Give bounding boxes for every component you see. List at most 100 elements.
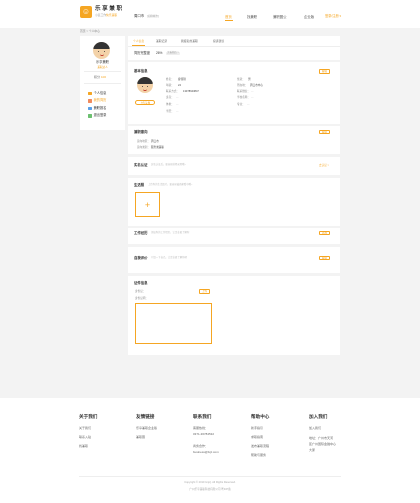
sidebar-divider-2	[84, 83, 121, 84]
basic-label-height: 身高：	[166, 96, 174, 99]
photos-hint: 上传你的生活照片，更容易被商家看中哦~	[148, 182, 193, 186]
avatar-eye-left	[98, 51, 100, 53]
sidebar-divider	[84, 71, 121, 72]
city-label: 周口市	[134, 14, 145, 18]
breadcrumb: 首页 > 个人中心	[80, 29, 100, 33]
self-eval-card	[128, 247, 340, 273]
tab-applied[interactable]: 我报名的兼职	[181, 39, 198, 43]
footer-link-service[interactable]: 帮助与服务	[251, 453, 266, 458]
sidebar-item-resume[interactable]: 我的简历	[88, 98, 124, 105]
basic-label-major: 专业：	[237, 103, 245, 106]
tab-feedback[interactable]: 投诉建议	[213, 39, 224, 43]
plus-icon: +	[144, 200, 151, 210]
basic-label-phone: 联系方式：	[166, 90, 179, 93]
nav-find-job[interactable]: 找兼职	[247, 15, 257, 19]
intent-label-area: 意向地区：	[137, 140, 150, 143]
city-switch-link[interactable]: [切换城市]	[147, 15, 159, 18]
footer-link-post-flow[interactable]: 发布兼职流程	[251, 444, 269, 449]
experience-title: 工作经历	[134, 231, 148, 235]
add-photo-button[interactable]: +	[135, 192, 160, 217]
verify-action-link[interactable]: 去认证 >	[319, 164, 329, 167]
basic-value-gender: 男	[248, 78, 251, 81]
intent-title: 兼职意向	[134, 130, 148, 134]
logo-icon[interactable]: ☺	[80, 6, 92, 18]
avatar	[93, 42, 110, 59]
basic-value-phone: 13378643847	[183, 90, 199, 93]
completeness-value: 26%	[156, 51, 163, 55]
basic-value-wechat: —	[251, 90, 254, 93]
footer-divider	[79, 476, 341, 477]
self-eval-edit-button[interactable]: 编辑	[319, 255, 330, 261]
brand-name: 乐 享 兼 职	[95, 6, 123, 12]
sidebar-item-profile[interactable]: 个人信息	[88, 90, 124, 97]
basic-label-age: 年龄：	[166, 84, 174, 87]
slogan-b: 快乐兼职	[106, 13, 118, 17]
photos-title: 生活照	[134, 183, 145, 187]
footer-link-job-guide[interactable]: 求职指南	[251, 435, 263, 440]
sidebar-user-tag: 兼职达人	[97, 65, 108, 69]
certificates-field1-label: 身份证：	[135, 290, 146, 293]
footer-address-2: 区广州国际金融中心	[309, 442, 337, 446]
basic-info-card	[128, 62, 340, 124]
footer-copyright: Copyright © 2019 lxnjzj. All Rights Rese…	[184, 481, 236, 484]
completeness-badge[interactable]: 完善简历 >	[166, 51, 180, 56]
basic-value-edu: —	[176, 110, 179, 113]
user-icon	[88, 91, 92, 96]
verify-hint: 实名认证后，更容易获得录用哦~	[151, 162, 186, 166]
footer-link-enterprise[interactable]: 乐享兼职企业版	[136, 426, 157, 431]
basic-value-school: —	[251, 96, 254, 99]
upload-avatar-button[interactable]: 上传头像	[135, 100, 155, 106]
tab-profile[interactable]: 个人信息	[133, 39, 144, 43]
login-link[interactable]: 登录/注册 ▾	[325, 14, 341, 19]
footer-business-email[interactable]: business@lxjz.com	[193, 450, 219, 455]
footer-hotline-label: 客服热线：	[193, 426, 209, 430]
footer-business-label: 商务合作：	[193, 444, 209, 448]
certificates-upload-button[interactable]: 上传	[199, 289, 210, 294]
sidebar-item-logout[interactable]: 退出登录	[88, 113, 124, 120]
footer-link-guide[interactable]: 新手指引	[251, 426, 263, 431]
experience-add-button[interactable]: 添加	[319, 230, 330, 236]
basic-edit-button[interactable]: 编辑	[319, 69, 330, 74]
basic-label-edu: 学历：	[166, 110, 174, 113]
footer-link-about[interactable]: 关于我们	[79, 426, 91, 431]
avatar-hair	[93, 42, 110, 49]
nav-enterprise[interactable]: 企业版	[304, 15, 314, 19]
tab-records[interactable]: 兼职记录	[156, 39, 167, 43]
footer-link-circle[interactable]: 兼职圈	[136, 435, 145, 440]
completeness-label: 简历完整度	[134, 51, 150, 55]
footer-address-1: 地址：广州市天河	[309, 436, 334, 440]
footer-link-find-job[interactable]: 找兼职	[79, 444, 88, 449]
sidebar-item-applications[interactable]: 兼职报名	[88, 105, 124, 112]
basic-label-school: 学校名称：	[237, 96, 250, 99]
avatar-eye-right	[103, 51, 105, 53]
briefcase-icon	[88, 106, 92, 111]
experience-hint: 添加你的工作经历，让企业更了解你	[151, 230, 190, 234]
basic-value-location: 周口市中心	[250, 84, 263, 87]
certificates-field2-label: 身份证明：	[135, 297, 148, 300]
nav-circle[interactable]: 兼职圈公	[273, 15, 287, 19]
footer-title-about: 关于我们	[79, 414, 98, 419]
certificates-textarea[interactable]	[135, 303, 212, 344]
resume-icon	[88, 99, 92, 103]
footer-icp: 广州乐享兼职科技有限公司 粤ICP备	[189, 488, 231, 491]
intent-label-type: 意向类别：	[137, 146, 150, 149]
basic-label-gender: 性别：	[237, 78, 245, 81]
footer-hotline-number: 0371-36784532	[193, 432, 215, 436]
verify-title: 实名认证	[134, 163, 148, 167]
intent-edit-button[interactable]: 编辑	[319, 129, 330, 135]
basic-avatar-hair	[137, 77, 153, 84]
basic-label-weight: 体重：	[166, 103, 174, 106]
intent-value-area: 周口市	[151, 140, 159, 143]
footer-link-join-platform[interactable]: 联系入驻	[79, 435, 91, 440]
footer-title-help: 帮助中心	[251, 414, 270, 419]
sidebar-points-label: 积分	[94, 75, 101, 79]
slogan-a: 小蓝工作	[95, 13, 107, 17]
footer-link-join-us[interactable]: 加入我们	[309, 426, 321, 431]
tabs-divider	[128, 46, 340, 47]
basic-value-major: —	[247, 103, 250, 106]
basic-label-location: 所在地：	[237, 84, 248, 87]
nav-home[interactable]: 首页	[225, 15, 232, 19]
logout-icon	[88, 114, 92, 118]
intent-card	[128, 126, 340, 154]
footer-address-3: 大厦	[309, 448, 316, 452]
